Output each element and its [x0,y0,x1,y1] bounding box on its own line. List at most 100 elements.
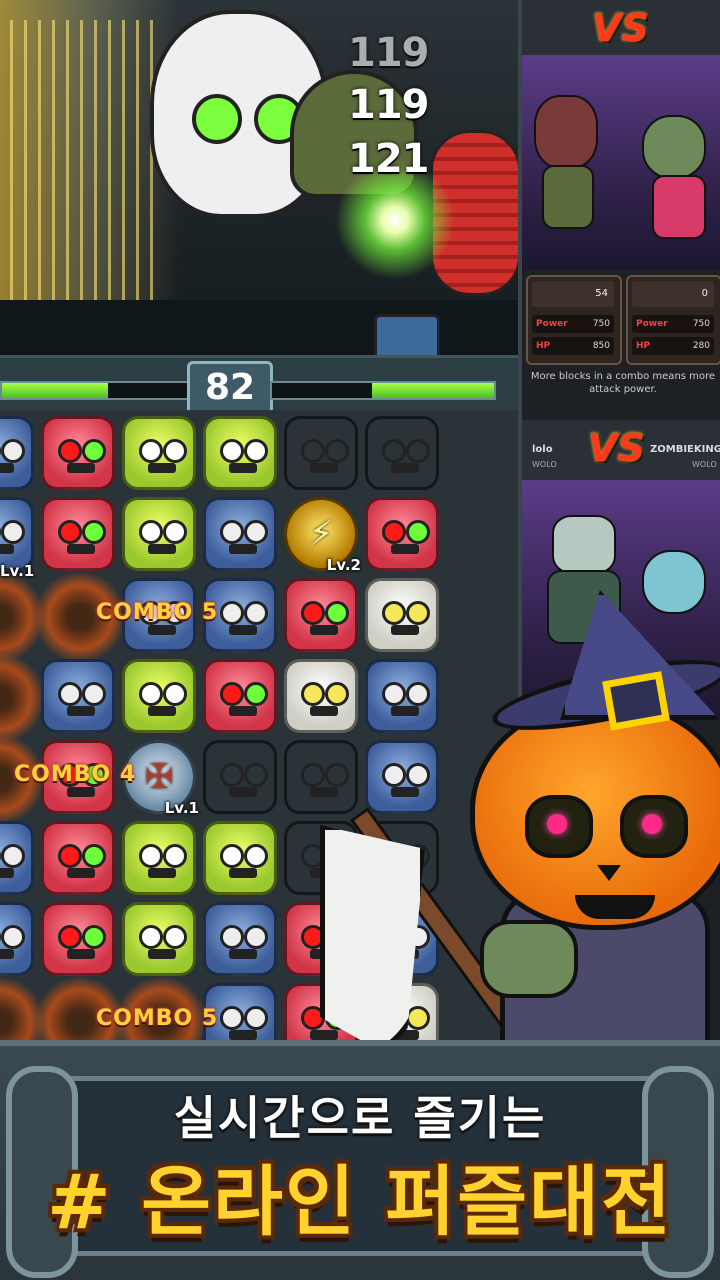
player-hp-bar [0,381,190,400]
player-stats-left: 54 Power 750 HP 850 [526,275,622,365]
zombie-block[interactable] [122,416,196,490]
block-eye [1,439,25,463]
block-mouth [0,949,14,959]
pumpkin-nose [597,865,621,881]
stitched-cat-mini [534,95,598,169]
block-eye [406,520,430,544]
pumpkin-mouth [575,895,655,919]
helmet-block[interactable] [203,902,277,976]
helmet-block[interactable] [203,497,277,571]
block-mouth [229,787,257,797]
block-eye [244,439,268,463]
hp-row-left: HP 850 [532,337,614,355]
block-eye [163,682,187,706]
pumpkin-block[interactable] [203,740,277,814]
bear-block[interactable] [284,659,358,733]
cat-block[interactable] [41,416,115,490]
block-mouth [391,544,419,554]
block-eye [325,601,349,625]
block-eye [301,439,325,463]
pumpkin-block[interactable] [365,416,439,490]
helmet-block[interactable] [0,416,34,490]
match1-header: VS [522,0,720,55]
helmet-block[interactable] [41,659,115,733]
block-mouth [310,706,338,716]
block-eye [220,763,244,787]
block-eye [220,520,244,544]
block-eye [82,520,106,544]
helmet-block[interactable] [0,821,34,895]
cat-block[interactable] [203,659,277,733]
block-mouth [0,868,14,878]
helmet-block[interactable] [0,497,34,571]
block-eye [244,601,268,625]
block-mouth [229,706,257,716]
cleared-blast [0,653,44,743]
block-mouth [310,463,338,473]
helmet-block[interactable] [0,902,34,976]
shield-icon: ✠ [144,757,174,797]
block-mouth [67,787,95,797]
block-eye [58,682,82,706]
block-mouth [148,463,176,473]
block-eye [325,682,349,706]
cat-block[interactable] [41,902,115,976]
block-eye [163,844,187,868]
hp-label: HP [636,341,651,351]
cat-block[interactable] [284,578,358,652]
block-eye [1,844,25,868]
player-hp-fill [2,383,109,398]
block-level: Lv.2 [326,556,361,574]
block-mouth [148,706,176,716]
hp-label: HP [536,341,551,351]
zombie-block[interactable] [203,821,277,895]
hat-buckle [602,671,670,731]
viking-zombie-mini [642,115,706,179]
pumpkin-block[interactable] [284,416,358,490]
damage-number: 119 [348,82,429,128]
cat-block[interactable] [41,497,115,571]
damage-number: 119 [348,30,429,76]
block-eye [220,844,244,868]
match1-arena [522,55,720,270]
viking-zombie-dress [652,175,706,239]
block-mouth [67,544,95,554]
block-eye [244,520,268,544]
zombie-block[interactable] [122,659,196,733]
player-stats-right: 0 Power 750 HP 280 [626,275,720,365]
block-mouth [229,949,257,959]
combo-label: COMBO 5 [96,1006,219,1031]
block-eye [139,682,163,706]
block-eye [82,844,106,868]
block-eye [406,439,430,463]
player-name-right: ZOMBIEKING [650,444,720,455]
bolt-block[interactable]: ⚡ Lv.2 [284,497,361,574]
block-eye [58,925,82,949]
block-eye [244,763,268,787]
block-eye [163,520,187,544]
zombie-block[interactable] [122,821,196,895]
block-mouth [310,1030,338,1040]
block-mouth [229,463,257,473]
zombie-block[interactable] [122,902,196,976]
hp-value: 280 [692,341,710,351]
cat-block[interactable] [365,497,439,571]
block-mouth [67,949,95,959]
block-eye [325,439,349,463]
block-mouth [229,625,257,635]
vs-logo: VS [592,6,649,50]
block-mouth [148,949,176,959]
block-eye [163,925,187,949]
block-mouth [0,463,14,473]
block-eye [301,601,325,625]
pumpkin-block[interactable] [284,740,358,814]
zombie-block[interactable] [203,416,277,490]
player-rank-left: WOLO [532,460,557,469]
block-mouth [229,868,257,878]
block-eye [301,682,325,706]
hp-bar-strip: 82 [0,355,518,416]
block-eye [82,439,106,463]
player-name-left: lolo [532,444,553,455]
zombie-block[interactable] [122,497,196,571]
cat-block[interactable] [41,821,115,895]
